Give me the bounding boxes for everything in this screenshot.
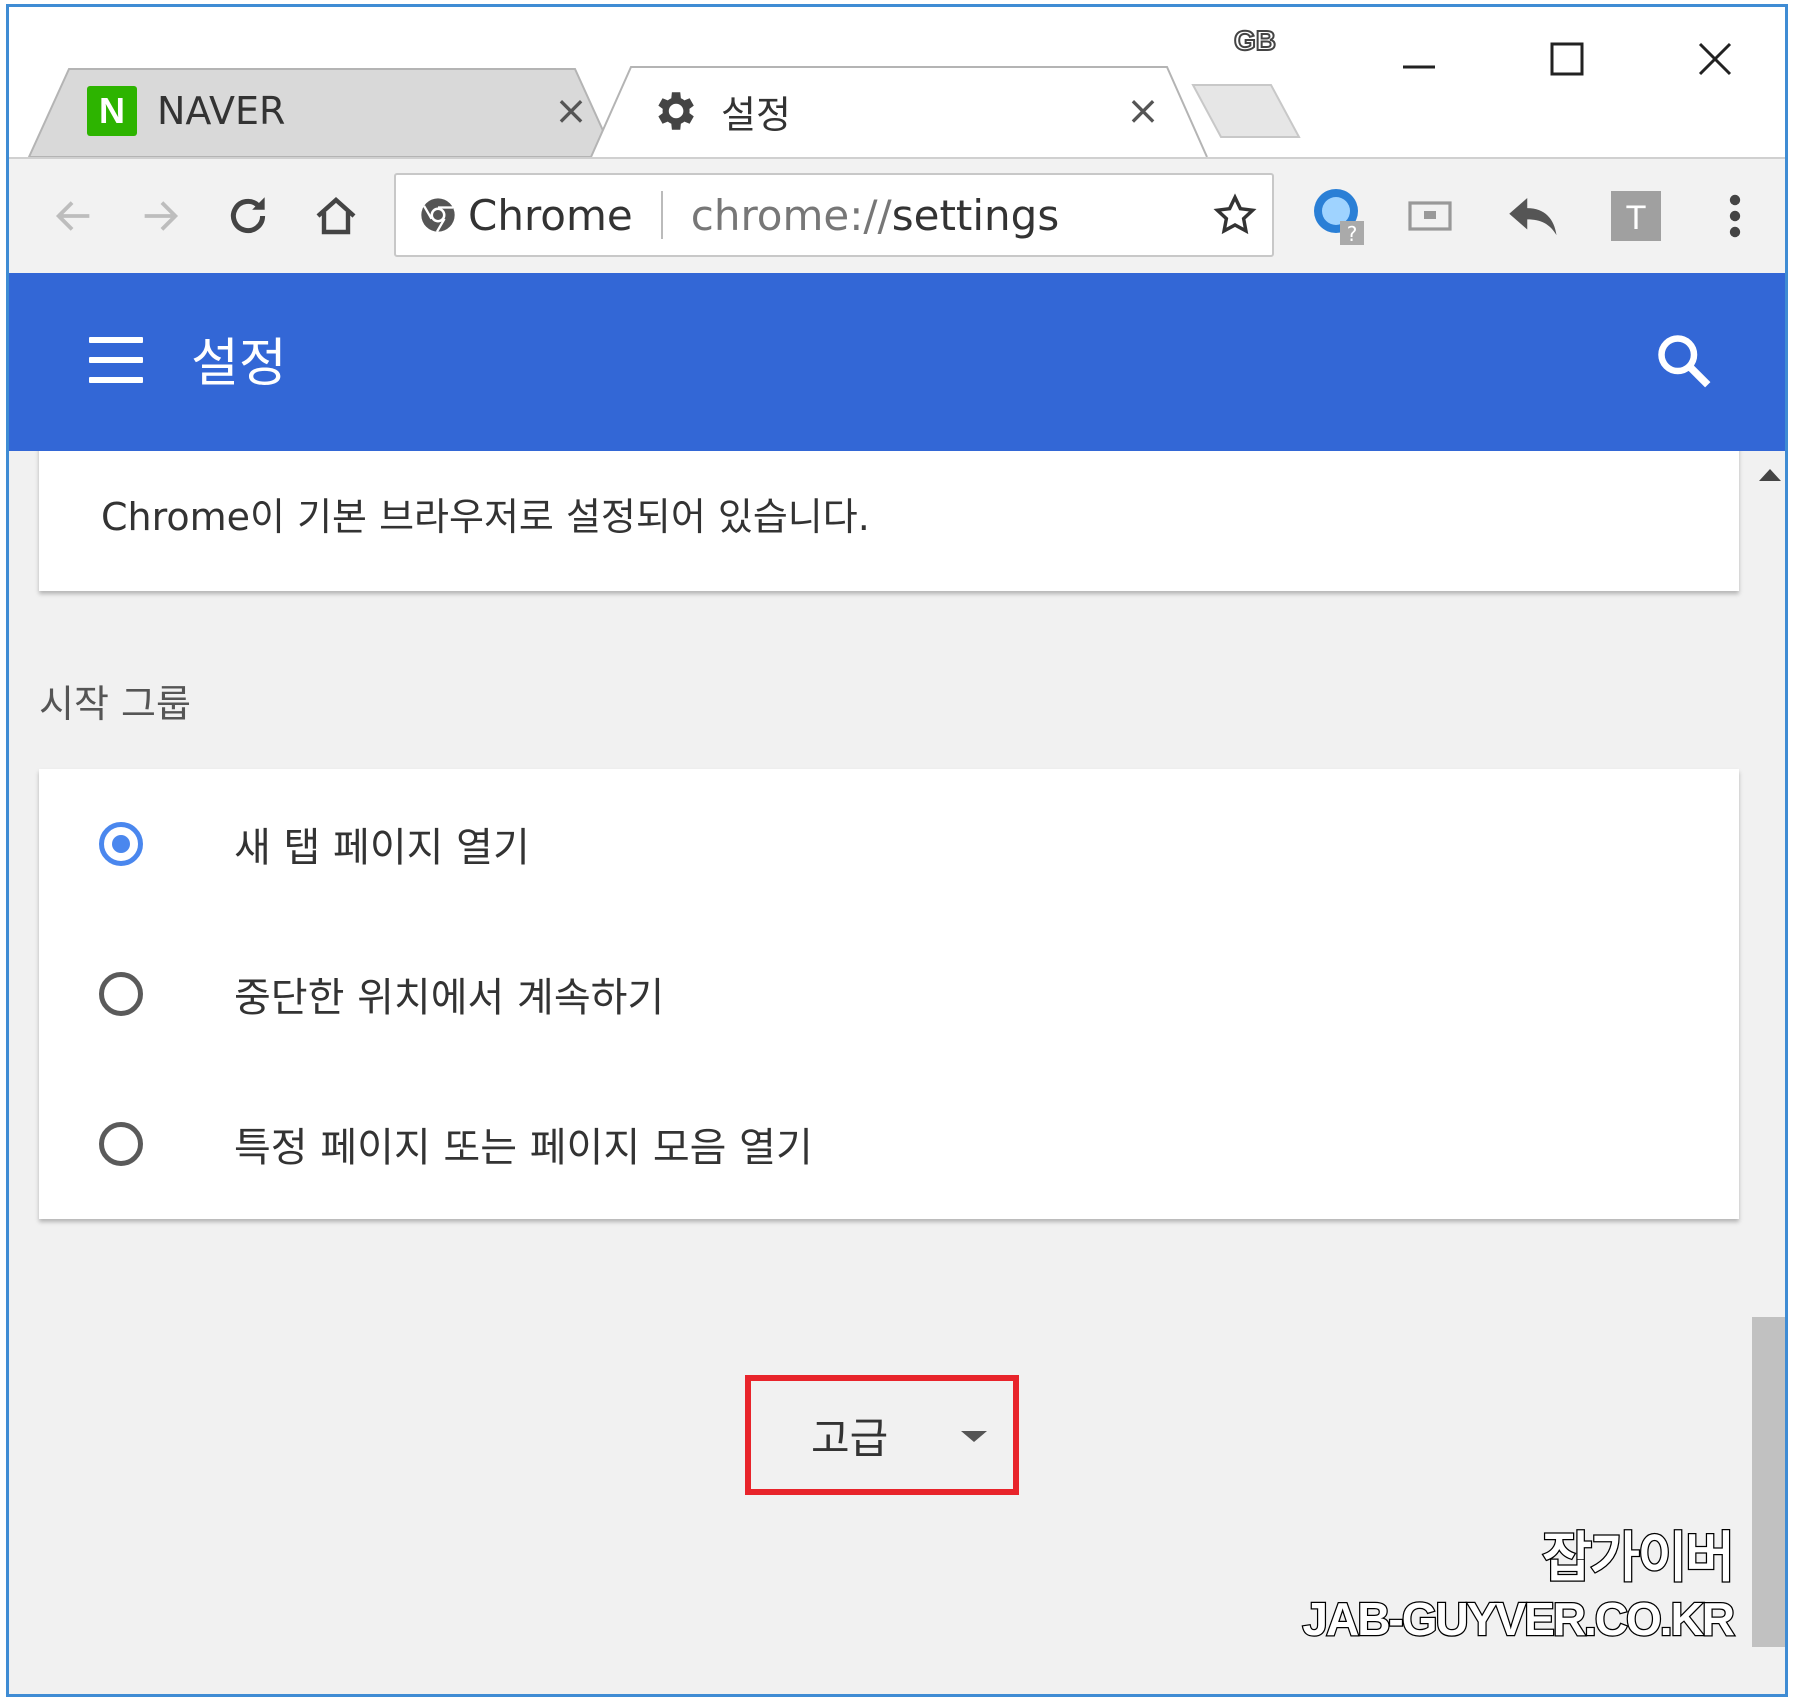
site-chip: Chrome <box>468 190 633 240</box>
forward-button[interactable] <box>129 185 191 247</box>
close-tab-icon[interactable]: × <box>1123 91 1163 131</box>
address-bar[interactable]: Chrome chrome://settings <box>394 173 1274 257</box>
extension-globe-icon: ? <box>1314 189 1364 246</box>
radio-label: 특정 페이지 또는 페이지 모음 열기 <box>234 1125 813 1171</box>
menu-button[interactable] <box>1704 185 1766 247</box>
back-button[interactable] <box>43 185 105 247</box>
home-icon <box>316 197 356 235</box>
scrollbar[interactable] <box>1749 451 1785 1694</box>
extension-naver-button[interactable] <box>1399 185 1461 247</box>
startup-option-continue[interactable]: 중단한 위치에서 계속하기 <box>39 919 1739 1069</box>
profile-badge[interactable]: GB <box>1233 24 1277 57</box>
reply-arrow-icon <box>1509 198 1557 236</box>
translate-t-icon: T <box>1611 191 1661 241</box>
more-vertical-icon <box>1729 194 1741 238</box>
tab-settings[interactable]: 설정 × <box>589 65 1209 157</box>
startup-option-specific-pages[interactable]: 특정 페이지 또는 페이지 모음 열기 <box>39 1069 1739 1219</box>
url-text[interactable]: chrome://settings <box>691 191 1059 240</box>
page-title: 설정 <box>191 334 287 394</box>
radio-button[interactable] <box>99 972 143 1016</box>
radio-label: 새 탭 페이지 열기 <box>234 825 530 871</box>
tab-strip: N NAVER × 설정 × GB <box>9 7 1785 157</box>
extension-translate-button[interactable]: T <box>1605 185 1667 247</box>
startup-card: 새 탭 페이지 열기 중단한 위치에서 계속하기 특정 페이지 또는 페이지 모… <box>39 769 1739 1219</box>
svg-text:?: ? <box>1347 222 1358 246</box>
browser-window: N NAVER × 설정 × GB Chrome chrome://settin… <box>6 4 1788 1697</box>
startup-section-title: 시작 그룹 <box>39 682 191 726</box>
omnibox-divider <box>660 191 663 239</box>
tab-naver[interactable]: N NAVER × <box>27 65 617 157</box>
advanced-label: 고급 <box>811 1413 889 1463</box>
maximize-button[interactable] <box>1537 29 1597 89</box>
arrow-left-icon <box>55 201 90 231</box>
scroll-up-arrow-icon[interactable] <box>1759 469 1781 481</box>
svg-text:T: T <box>1626 199 1647 237</box>
minimize-icon <box>1403 65 1435 69</box>
startup-option-new-tab[interactable]: 새 탭 페이지 열기 <box>39 769 1739 919</box>
minimize-button[interactable] <box>1389 29 1449 89</box>
close-window-button[interactable] <box>1685 29 1745 89</box>
radio-button[interactable] <box>99 1122 143 1166</box>
advanced-settings-button[interactable]: 고급 <box>745 1375 1019 1495</box>
hamburger-menu-icon[interactable] <box>89 335 145 387</box>
watermark-domain: JAB-GUYVER.CO.KR <box>1301 1592 1736 1647</box>
default-browser-status: Chrome이 기본 브라우저로 설정되어 있습니다. <box>101 495 870 539</box>
close-icon <box>1698 42 1732 76</box>
new-tab-button[interactable] <box>1191 83 1301 139</box>
bookmark-star-icon[interactable] <box>1212 192 1258 238</box>
reload-icon <box>230 197 266 234</box>
home-button[interactable] <box>305 185 367 247</box>
tab-title: 설정 <box>721 92 791 137</box>
scroll-thumb[interactable] <box>1752 1317 1785 1647</box>
browser-toolbar: Chrome chrome://settings ? T <box>9 157 1785 275</box>
search-icon[interactable] <box>1654 331 1714 391</box>
close-tab-icon[interactable]: × <box>551 91 591 131</box>
chrome-icon <box>421 198 455 233</box>
extension-reply-button[interactable] <box>1503 185 1565 247</box>
tab-title: NAVER <box>157 89 286 133</box>
extension-whale-button[interactable]: ? <box>1307 185 1369 247</box>
extension-card-icon <box>1408 201 1452 231</box>
watermark: 잡가이버 JAB-GUYVER.CO.KR <box>1301 1513 1736 1647</box>
watermark-korean: 잡가이버 <box>1541 1525 1736 1591</box>
arrow-right-icon <box>144 201 179 231</box>
settings-content: Chrome이 기본 브라우저로 설정되어 있습니다. 시작 그룹 새 탭 페이… <box>9 451 1749 1694</box>
naver-icon: N <box>87 86 137 136</box>
caret-down-icon <box>961 1431 987 1442</box>
default-browser-card: Chrome이 기본 브라우저로 설정되어 있습니다. <box>39 451 1739 591</box>
radio-button-checked[interactable] <box>99 822 143 866</box>
settings-header: 설정 <box>9 273 1785 451</box>
reload-button[interactable] <box>217 185 279 247</box>
gear-icon <box>658 92 694 130</box>
maximize-icon <box>1550 42 1584 76</box>
radio-label: 중단한 위치에서 계속하기 <box>234 975 665 1021</box>
